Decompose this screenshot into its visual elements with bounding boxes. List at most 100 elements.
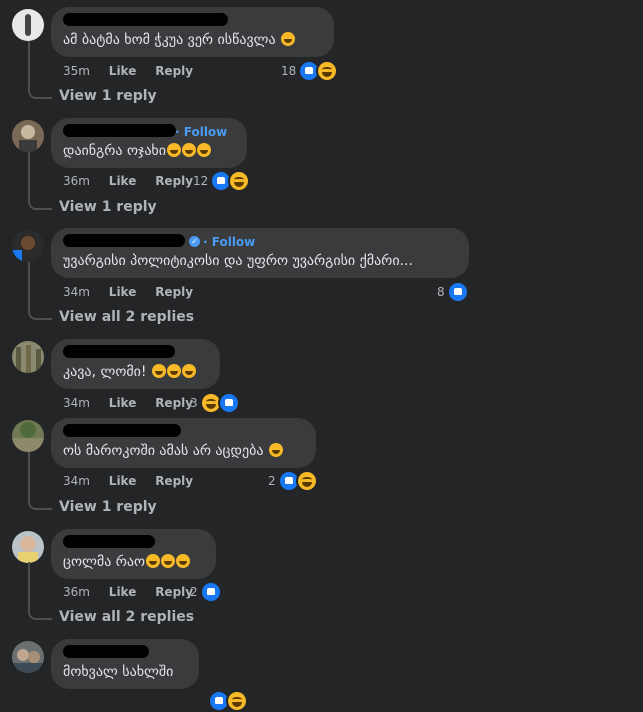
redacted-name [63, 645, 149, 658]
like-button[interactable]: Like [109, 174, 137, 188]
comment-bubble: მოხვალ სახლში [51, 639, 199, 689]
comment-text: დაინგრა ოჯახი [63, 143, 166, 159]
reply-thread-line [28, 452, 52, 510]
laughing-emoji-icon [176, 554, 191, 568]
reaction-summary[interactable]: 18 [281, 60, 339, 82]
like-button[interactable]: Like [109, 64, 137, 78]
laughing-emoji-icon [166, 364, 181, 378]
laughing-emoji-icon [182, 143, 196, 157]
author-name[interactable] [63, 13, 322, 31]
like-button[interactable]: Like [109, 285, 137, 299]
comment-bubble: კავა, ლომი! [51, 339, 220, 389]
timestamp[interactable]: 34m [63, 285, 90, 299]
grin-emoji-icon [268, 443, 283, 457]
reaction-count: 12 [193, 174, 209, 188]
redacted-name [63, 13, 228, 26]
laughing-emoji-icon [197, 143, 211, 157]
redacted-name [63, 345, 175, 358]
reaction-count: 8 [437, 285, 445, 299]
reply-button[interactable]: Reply [155, 396, 193, 410]
view-replies-link[interactable]: View 1 reply [59, 88, 157, 104]
redacted-name [63, 535, 155, 548]
view-replies-link[interactable]: View 1 reply [59, 499, 157, 515]
author-name[interactable]: · Follow [63, 124, 235, 142]
reply-thread-line [28, 152, 52, 210]
comment-actions: 36m Like Reply [63, 174, 208, 188]
like-button[interactable]: Like [109, 585, 137, 599]
reaction-summary[interactable]: 2 [268, 470, 318, 492]
comment-bubble: · Follow დაინგრა ოჯახი [51, 118, 247, 168]
verified-badge-icon: ✓ [189, 236, 200, 247]
laughing-emoji-icon [151, 364, 166, 378]
reaction-summary[interactable]: 8 [437, 281, 469, 303]
author-name[interactable] [63, 535, 204, 553]
timestamp[interactable]: 34m [63, 474, 90, 488]
reaction-count: 2 [190, 585, 198, 599]
comment-text: ოს მაროკოში ამას არ აცდება [63, 443, 264, 459]
comment-actions: 35m Like Reply [63, 64, 208, 78]
avatar[interactable] [12, 641, 44, 673]
avatar[interactable] [12, 120, 44, 152]
like-button[interactable]: Like [109, 396, 137, 410]
haha-reaction-icon [228, 170, 251, 192]
redacted-name [63, 124, 176, 137]
view-replies-link[interactable]: View 1 reply [59, 199, 157, 215]
haha-reaction-icon [295, 470, 318, 492]
laughing-emoji-icon [146, 554, 161, 568]
avatar[interactable] [12, 420, 44, 452]
comment-text: კავა, ლომი! [63, 364, 147, 380]
avatar[interactable] [12, 531, 44, 563]
timestamp[interactable]: 35m [63, 64, 90, 78]
laughing-emoji-icon [181, 364, 196, 378]
timestamp[interactable]: 36m [63, 174, 90, 188]
like-button[interactable]: Like [109, 474, 137, 488]
comment-bubble: ✓ · Follow უვარგისი პოლიტიკოსი და უფრო უვ… [51, 228, 469, 278]
reaction-summary[interactable] [208, 690, 248, 712]
comment-actions: 34m Like Reply [63, 474, 208, 488]
view-replies-link[interactable]: View all 2 replies [59, 609, 194, 625]
haha-reaction-icon [226, 690, 248, 712]
comment-text: ცოლმა რაო [63, 554, 146, 570]
reaction-summary[interactable]: 2 [190, 581, 222, 603]
timestamp[interactable]: 34m [63, 396, 90, 410]
reply-button[interactable]: Reply [155, 474, 193, 488]
avatar[interactable] [12, 230, 44, 262]
author-name[interactable] [63, 345, 208, 363]
comment-actions: 34m Like Reply [63, 285, 208, 299]
reaction-summary[interactable]: 3 [190, 392, 240, 414]
author-name[interactable] [63, 424, 304, 442]
reply-thread-line [28, 262, 52, 320]
grin-emoji-icon [281, 32, 296, 46]
comment-actions: 36m Like Reply [63, 585, 208, 599]
redacted-name [63, 424, 181, 437]
follow-button[interactable]: · Follow [175, 125, 227, 139]
reaction-count: 2 [268, 474, 276, 488]
redacted-name [63, 234, 185, 247]
haha-reaction-icon [316, 60, 339, 82]
laughing-emoji-icon [161, 554, 176, 568]
reply-button[interactable]: Reply [155, 285, 193, 299]
view-replies-link[interactable]: View all 2 replies [59, 309, 194, 325]
like-reaction-icon [217, 392, 240, 414]
comment-text: მოხვალ სახლში [63, 664, 174, 680]
comment-text: უვარგისი პოლიტიკოსი და უფრო უვარგისი ქმა… [63, 253, 413, 269]
reply-thread-line [28, 41, 52, 99]
reaction-summary[interactable]: 12 [193, 170, 251, 192]
reaction-count: 3 [190, 396, 198, 410]
reply-thread-line [28, 562, 52, 620]
like-reaction-icon [199, 581, 222, 603]
reply-button[interactable]: Reply [155, 585, 193, 599]
author-name[interactable]: ✓ · Follow [63, 234, 457, 252]
reply-button[interactable]: Reply [155, 64, 193, 78]
comment-bubble: ოს მაროკოში ამას არ აცდება [51, 418, 316, 468]
avatar[interactable] [12, 341, 44, 373]
reply-button[interactable]: Reply [155, 174, 193, 188]
author-name[interactable] [63, 645, 187, 663]
comment-actions: 34m Like Reply [63, 396, 208, 410]
reaction-count: 18 [281, 64, 297, 78]
follow-button[interactable]: · Follow [203, 235, 255, 249]
comment-text: ამ ბატმა ხომ ჭკუა ვერ ისწავლა [63, 32, 276, 48]
avatar[interactable] [12, 9, 44, 41]
comment-bubble: ცოლმა რაო [51, 529, 216, 579]
timestamp[interactable]: 36m [63, 585, 90, 599]
